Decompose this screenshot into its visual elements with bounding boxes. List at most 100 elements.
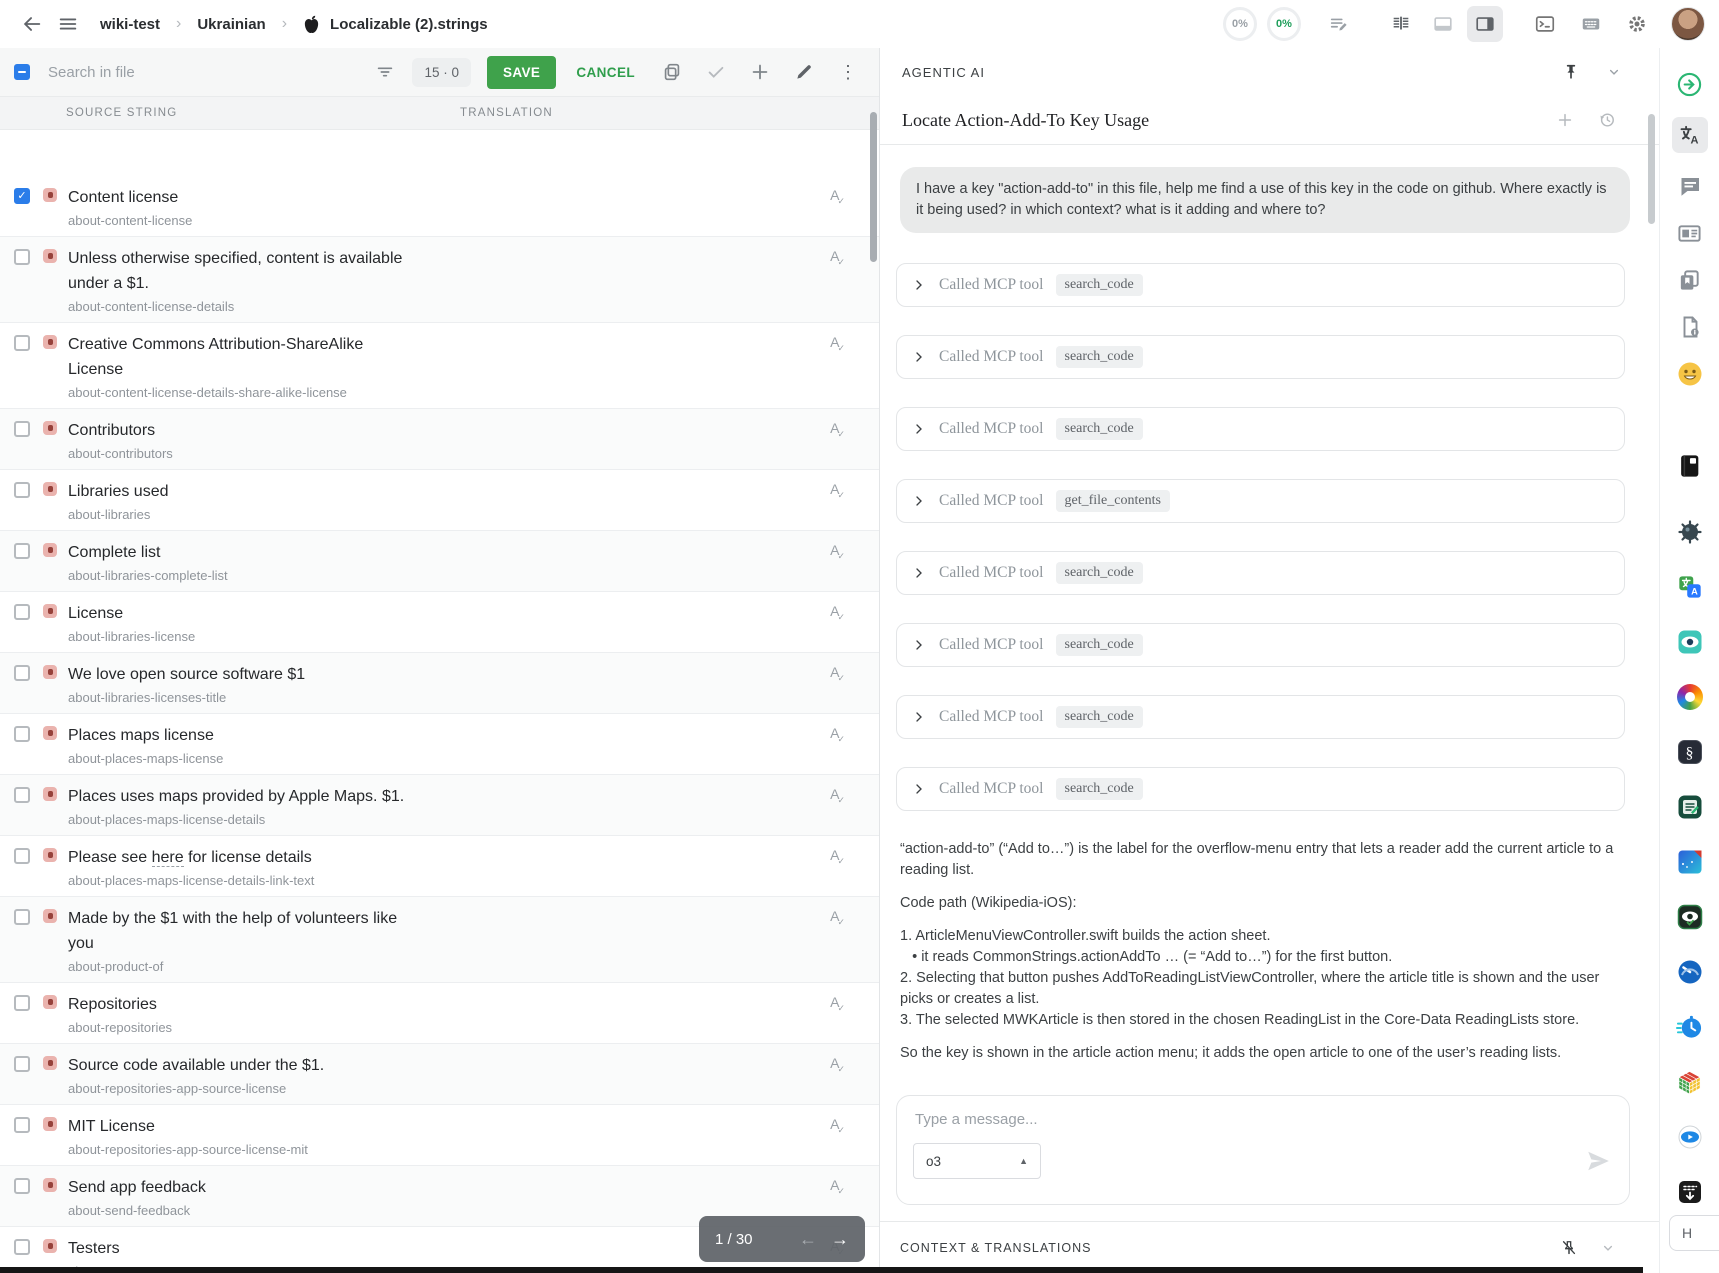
- more-icon[interactable]: ⋮: [831, 55, 865, 89]
- machine-translation-icon[interactable]: A: [1672, 117, 1708, 153]
- table-row[interactable]: Licenseabout-libraries-licenseA✓: [0, 592, 879, 653]
- row-checkbox[interactable]: [14, 188, 30, 204]
- row-checkbox[interactable]: [14, 1117, 30, 1133]
- emoji-app-icon[interactable]: [1676, 360, 1704, 388]
- translator-app-icon[interactable]: A: [1676, 573, 1704, 601]
- translate-check-icon[interactable]: A✓: [830, 726, 847, 740]
- right-scrollbar[interactable]: [1648, 114, 1655, 224]
- row-checkbox[interactable]: [14, 482, 30, 498]
- row-checkbox[interactable]: [14, 848, 30, 864]
- save-button[interactable]: SAVE: [487, 56, 556, 89]
- send-icon[interactable]: [1585, 1148, 1611, 1174]
- tool-call-card[interactable]: Called MCP toolsearch_code: [896, 695, 1625, 739]
- collapse-panel-chevron-icon[interactable]: [1605, 63, 1623, 81]
- row-checkbox[interactable]: [14, 1056, 30, 1072]
- breadcrumb-item[interactable]: wiki-test: [100, 16, 160, 33]
- timer-app-icon[interactable]: [1676, 1013, 1704, 1041]
- message-input[interactable]: [913, 1110, 1477, 1129]
- row-checkbox[interactable]: [14, 543, 30, 559]
- model-selector[interactable]: o3 ▲: [913, 1143, 1041, 1179]
- translate-check-icon[interactable]: A✓: [830, 995, 847, 1009]
- terminal-icon[interactable]: [1527, 6, 1563, 42]
- filter-icon[interactable]: [368, 55, 402, 89]
- media-eye-app-icon[interactable]: [1676, 1123, 1704, 1151]
- agent-launcher-icon[interactable]: [1676, 70, 1704, 98]
- table-row[interactable]: Source code available under the $1.about…: [0, 1044, 879, 1105]
- edit-pencil-icon[interactable]: [787, 55, 821, 89]
- rubiks-cube-app-icon[interactable]: [1676, 1068, 1704, 1096]
- history-icon[interactable]: [1597, 110, 1617, 130]
- tool-call-card[interactable]: Called MCP toolsearch_code: [896, 767, 1625, 811]
- row-checkbox[interactable]: [14, 335, 30, 351]
- expand-context-chevron-icon[interactable]: [1599, 1239, 1617, 1257]
- gear-icon[interactable]: [1619, 6, 1655, 42]
- keyboard-export-app-icon[interactable]: [1676, 1178, 1704, 1206]
- expand-chevron-icon[interactable]: [911, 781, 927, 797]
- menu-icon[interactable]: [50, 6, 86, 42]
- row-checkbox[interactable]: [14, 421, 30, 437]
- table-row[interactable]: Unless otherwise specified, content is a…: [0, 237, 879, 323]
- tool-call-card[interactable]: Called MCP toolsearch_code: [896, 623, 1625, 667]
- row-checkbox[interactable]: [14, 249, 30, 265]
- gauge-app-icon[interactable]: [1676, 958, 1704, 986]
- row-checkbox[interactable]: [14, 1239, 30, 1255]
- translate-check-icon[interactable]: A✓: [830, 1117, 847, 1131]
- glossary-books-icon[interactable]: [1676, 266, 1704, 294]
- unpin-icon[interactable]: [1559, 1238, 1579, 1258]
- expand-chevron-icon[interactable]: [911, 493, 927, 509]
- translate-check-icon[interactable]: A✓: [830, 909, 847, 923]
- table-row[interactable]: Creative Commons Attribution-ShareAlike …: [0, 323, 879, 409]
- tool-call-card[interactable]: Called MCP toolsearch_code: [896, 407, 1625, 451]
- table-row[interactable]: Repositoriesabout-repositoriesA✓: [0, 983, 879, 1044]
- expand-chevron-icon[interactable]: [911, 637, 927, 653]
- tool-call-card[interactable]: Called MCP toolsearch_code: [896, 551, 1625, 595]
- context-translations-bar[interactable]: CONTEXT & TRANSLATIONS: [880, 1221, 1659, 1273]
- row-checkbox[interactable]: [14, 787, 30, 803]
- table-row[interactable]: Please see here for license detailsabout…: [0, 836, 879, 897]
- eye-app-icon[interactable]: [1676, 628, 1704, 656]
- avatar[interactable]: [1671, 7, 1705, 41]
- translate-check-icon[interactable]: A✓: [830, 1056, 847, 1070]
- pixel-app-icon[interactable]: [1676, 848, 1704, 876]
- expand-chevron-icon[interactable]: [911, 277, 927, 293]
- new-thread-icon[interactable]: [1555, 110, 1575, 130]
- row-checkbox[interactable]: [14, 995, 30, 1011]
- translate-check-icon[interactable]: A✓: [830, 787, 847, 801]
- translate-check-icon[interactable]: A✓: [830, 335, 847, 349]
- select-all-checkbox[interactable]: [14, 64, 30, 80]
- search-input[interactable]: [46, 63, 358, 82]
- translate-check-icon[interactable]: A✓: [830, 482, 847, 496]
- table-row[interactable]: Contributorsabout-contributorsA✓: [0, 409, 879, 470]
- translate-check-icon[interactable]: A✓: [830, 421, 847, 435]
- row-checkbox[interactable]: [14, 909, 30, 925]
- view-bottom-panel-icon[interactable]: [1425, 6, 1461, 42]
- table-row[interactable]: MIT Licenseabout-repositories-app-source…: [0, 1105, 879, 1166]
- add-icon[interactable]: [743, 55, 777, 89]
- row-checkbox[interactable]: [14, 604, 30, 620]
- table-row[interactable]: We love open source software $1about-lib…: [0, 653, 879, 714]
- keyboard-icon[interactable]: [1573, 6, 1609, 42]
- tool-call-card[interactable]: Called MCP toolsearch_code: [896, 335, 1625, 379]
- back-icon[interactable]: [14, 6, 50, 42]
- table-row[interactable]: Places maps licenseabout-places-maps-lic…: [0, 714, 879, 775]
- file-info-icon[interactable]: [1676, 313, 1704, 341]
- notes-app-icon[interactable]: [1676, 793, 1704, 821]
- expand-chevron-icon[interactable]: [911, 349, 927, 365]
- edit-list-icon[interactable]: [1321, 6, 1357, 42]
- view-columns-icon[interactable]: [1383, 6, 1419, 42]
- duplicate-icon[interactable]: [655, 55, 689, 89]
- view-right-panel-icon[interactable]: [1467, 6, 1503, 42]
- mine-app-icon[interactable]: [1676, 518, 1704, 546]
- table-row[interactable]: Made by the $1 with the help of voluntee…: [0, 897, 879, 983]
- translate-check-icon[interactable]: A✓: [830, 665, 847, 679]
- tool-call-card[interactable]: Called MCP toolsearch_code: [896, 263, 1625, 307]
- translate-check-icon[interactable]: A✓: [830, 848, 847, 862]
- table-row[interactable]: Places uses maps provided by Apple Maps.…: [0, 775, 879, 836]
- translate-check-icon[interactable]: A✓: [830, 604, 847, 618]
- context-card-icon[interactable]: [1676, 219, 1704, 247]
- next-page-icon[interactable]: →: [831, 1229, 849, 1250]
- pin-icon[interactable]: [1561, 62, 1581, 82]
- cancel-button[interactable]: CANCEL: [566, 56, 645, 89]
- left-scrollbar[interactable]: [870, 112, 877, 262]
- row-checkbox[interactable]: [14, 665, 30, 681]
